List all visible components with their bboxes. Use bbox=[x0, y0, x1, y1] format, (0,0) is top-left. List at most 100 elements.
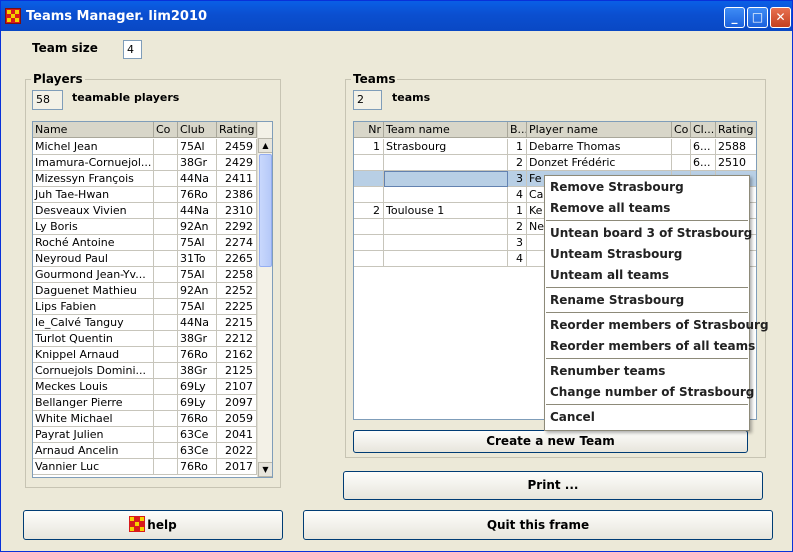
quit-button[interactable]: Quit this frame bbox=[303, 510, 773, 540]
table-cell: 2252 bbox=[217, 283, 257, 299]
table-row[interactable]: Daguenet Mathieu 92An 2252 bbox=[33, 283, 257, 299]
table-cell: 2 bbox=[508, 219, 527, 235]
table-cell: 2588 bbox=[716, 139, 756, 155]
players-group-title: Players bbox=[31, 72, 85, 86]
table-row[interactable]: Vannier Luc 76Ro 2017 bbox=[33, 459, 257, 475]
table-row[interactable]: le_Calvé Tanguy 44Na 2215 bbox=[33, 315, 257, 331]
table-row[interactable]: White Michael 76Ro 2059 bbox=[33, 411, 257, 427]
table-cell: Ly Boris bbox=[33, 219, 154, 235]
table-row[interactable]: Meckes Louis 69Ly 2107 bbox=[33, 379, 257, 395]
table-cell: 2107 bbox=[217, 379, 257, 395]
table-cell bbox=[154, 379, 178, 395]
teams-col-player-name[interactable]: Player name bbox=[527, 122, 672, 138]
context-menu: Remove Strasbourg Remove all teams Untea… bbox=[544, 175, 769, 431]
table-cell bbox=[354, 187, 384, 203]
table-row[interactable]: Michel Jean 75Al 2459 bbox=[33, 139, 257, 155]
table-row[interactable]: Mizessyn François 44Na 2411 bbox=[33, 171, 257, 187]
players-col-co[interactable]: Co bbox=[154, 122, 178, 138]
table-cell: 2022 bbox=[217, 443, 257, 459]
scroll-thumb[interactable] bbox=[259, 154, 272, 267]
menu-cancel[interactable]: Cancel bbox=[546, 407, 595, 428]
table-cell: Imamura-Cornuejol... bbox=[33, 155, 154, 171]
table-cell: 63Ce bbox=[178, 427, 217, 443]
table-cell: 38Gr bbox=[178, 363, 217, 379]
table-cell: Vannier Luc bbox=[33, 459, 154, 475]
teams-count-label: teams bbox=[392, 91, 431, 104]
scroll-up-icon[interactable]: ▲ bbox=[258, 138, 272, 153]
teams-col-board[interactable]: B... bbox=[508, 122, 527, 138]
table-row[interactable]: Cornuejols Domini... 38Gr 2125 bbox=[33, 363, 257, 379]
teams-manager-window: Teams Manager. lim2010 _ □ ✕ Team size 4… bbox=[0, 0, 793, 552]
print-button[interactable]: Print ... bbox=[343, 471, 763, 500]
table-cell: 76Ro bbox=[178, 411, 217, 427]
teams-col-nr[interactable]: Nr bbox=[354, 122, 384, 138]
menu-change-number[interactable]: Change number of Strasbourg bbox=[546, 382, 754, 403]
scroll-down-icon[interactable]: ▼ bbox=[258, 462, 272, 477]
table-row[interactable]: Neyroud Paul 31To 2265 bbox=[33, 251, 257, 267]
table-cell bbox=[354, 219, 384, 235]
table-cell: 2386 bbox=[217, 187, 257, 203]
menu-renumber-teams[interactable]: Renumber teams bbox=[546, 361, 665, 382]
table-row[interactable]: Arnaud Ancelin 63Ce 2022 bbox=[33, 443, 257, 459]
table-cell: Strasbourg bbox=[384, 139, 508, 155]
menu-unteam-board[interactable]: Untean board 3 of Strasbourg bbox=[546, 223, 752, 244]
players-col-rating[interactable]: Rating bbox=[217, 122, 257, 138]
menu-unteam-team[interactable]: Unteam Strasbourg bbox=[546, 244, 682, 265]
table-cell: le_Calvé Tanguy bbox=[33, 315, 154, 331]
players-col-name[interactable]: Name bbox=[33, 122, 154, 138]
menu-rename-team[interactable]: Rename Strasbourg bbox=[546, 290, 684, 311]
table-row[interactable]: Bellanger Pierre 69Ly 2097 bbox=[33, 395, 257, 411]
teams-col-team-name[interactable]: Team name bbox=[384, 122, 508, 138]
title-bar[interactable]: Teams Manager. lim2010 _ □ ✕ bbox=[1, 1, 792, 31]
table-row[interactable]: Payrat Julien 63Ce 2041 bbox=[33, 427, 257, 443]
maximize-button[interactable]: □ bbox=[747, 7, 768, 28]
table-row[interactable]: Roché Antoine 75Al 2274 bbox=[33, 235, 257, 251]
table-row[interactable]: Knippel Arnaud 76Ro 2162 bbox=[33, 347, 257, 363]
team-size-field[interactable]: 4 bbox=[123, 40, 142, 59]
table-row[interactable]: Ly Boris 92An 2292 bbox=[33, 219, 257, 235]
table-cell: 38Gr bbox=[178, 331, 217, 347]
help-button[interactable]: help bbox=[23, 510, 283, 540]
app-icon bbox=[5, 8, 21, 24]
table-row[interactable]: Gourmond Jean-Yv... 75Al 2258 bbox=[33, 267, 257, 283]
table-row[interactable]: Turlot Quentin 38Gr 2212 bbox=[33, 331, 257, 347]
teams-col-co[interactable]: Co bbox=[672, 122, 691, 138]
table-cell bbox=[384, 251, 508, 267]
table-row[interactable]: Desveaux Vivien 44Na 2310 bbox=[33, 203, 257, 219]
minimize-button[interactable]: _ bbox=[724, 7, 745, 28]
table-row[interactable]: 1 Strasbourg 1 Debarre Thomas 6... 2588 bbox=[354, 139, 756, 155]
table-cell bbox=[154, 459, 178, 475]
menu-separator bbox=[546, 220, 748, 221]
table-row[interactable]: Imamura-Cornuejol... 38Gr 2429 bbox=[33, 155, 257, 171]
menu-remove-team[interactable]: Remove Strasbourg bbox=[546, 177, 684, 198]
table-cell: Turlot Quentin bbox=[33, 331, 154, 347]
table-cell: Debarre Thomas bbox=[527, 139, 672, 155]
table-cell: Juh Tae-Hwan bbox=[33, 187, 154, 203]
table-cell: 2225 bbox=[217, 299, 257, 315]
table-cell bbox=[154, 331, 178, 347]
table-cell: Payrat Julien bbox=[33, 427, 154, 443]
table-cell bbox=[354, 235, 384, 251]
table-cell: 38Gr bbox=[178, 155, 217, 171]
table-cell: 6... bbox=[691, 139, 716, 155]
create-team-button[interactable]: Create a new Team bbox=[353, 430, 748, 453]
menu-remove-all-teams[interactable]: Remove all teams bbox=[546, 198, 670, 219]
menu-separator bbox=[546, 312, 748, 313]
table-cell: 2097 bbox=[217, 395, 257, 411]
menu-reorder-team[interactable]: Reorder members of Strasbourg bbox=[546, 315, 769, 336]
table-row[interactable]: Lips Fabien 75Al 2225 bbox=[33, 299, 257, 315]
menu-reorder-all[interactable]: Reorder members of all teams bbox=[546, 336, 755, 357]
players-col-club[interactable]: Club bbox=[178, 122, 217, 138]
table-row[interactable]: Juh Tae-Hwan 76Ro 2386 bbox=[33, 187, 257, 203]
table-cell: Neyroud Paul bbox=[33, 251, 154, 267]
table-cell: 76Ro bbox=[178, 459, 217, 475]
table-cell bbox=[384, 187, 508, 203]
table-cell bbox=[154, 395, 178, 411]
teams-col-club[interactable]: Cl... bbox=[691, 122, 716, 138]
menu-unteam-all[interactable]: Unteam all teams bbox=[546, 265, 669, 286]
teams-col-rating[interactable]: Rating bbox=[716, 122, 756, 138]
close-button[interactable]: ✕ bbox=[770, 7, 791, 28]
table-cell: 2 bbox=[354, 203, 384, 219]
table-row[interactable]: 2 Donzet Frédéric 6... 2510 bbox=[354, 155, 756, 171]
players-scrollbar[interactable]: ▲ ▼ bbox=[257, 122, 272, 477]
